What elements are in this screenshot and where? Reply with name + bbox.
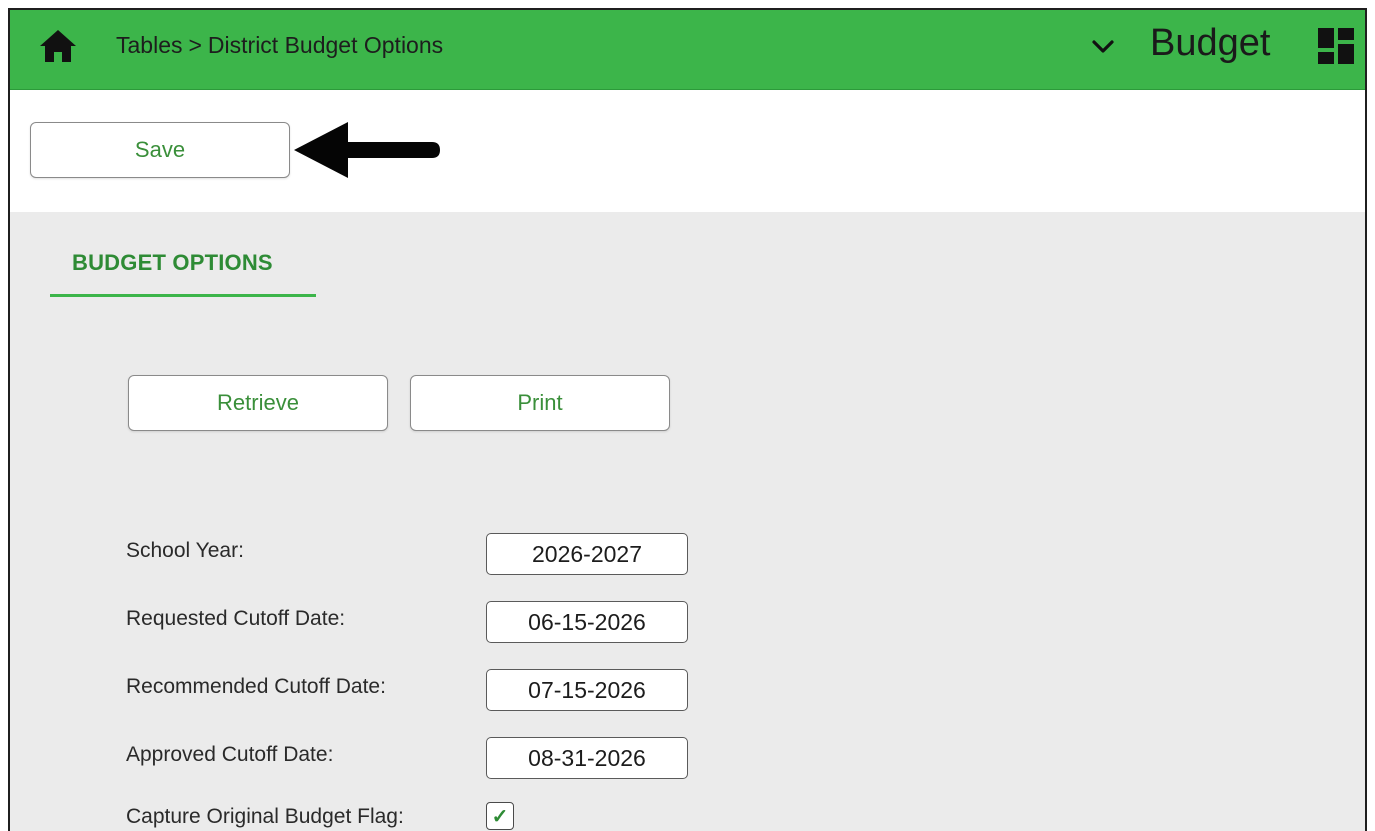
save-button[interactable]: Save xyxy=(30,122,290,178)
requested-cutoff-date-label: Requested Cutoff Date: xyxy=(126,607,346,630)
checkmark-icon: ✓ xyxy=(491,805,509,828)
school-year-label: School Year: xyxy=(126,539,244,562)
chevron-down-icon[interactable] xyxy=(1090,36,1116,58)
breadcrumb: Tables > District Budget Options xyxy=(116,32,443,59)
module-title: Budget xyxy=(1150,22,1271,64)
toolbar: Save xyxy=(10,90,1365,212)
breadcrumb-current: District Budget Options xyxy=(207,32,444,58)
approved-cutoff-date-input[interactable] xyxy=(486,737,688,779)
approved-cutoff-date-label: Approved Cutoff Date: xyxy=(126,743,334,766)
home-icon[interactable] xyxy=(38,28,78,64)
capture-original-budget-flag-checkbox[interactable]: ✓ xyxy=(486,802,514,830)
requested-cutoff-date-input[interactable] xyxy=(486,601,688,643)
breadcrumb-separator: > xyxy=(188,32,202,58)
tab-label: BUDGET OPTIONS xyxy=(72,250,273,275)
capture-original-budget-flag-label: Capture Original Budget Flag: xyxy=(126,805,404,828)
dashboard-grid-icon[interactable] xyxy=(1316,26,1356,66)
app-window: Tables > District Budget Options Budget … xyxy=(8,8,1367,831)
school-year-input[interactable] xyxy=(486,533,688,575)
content-area: BUDGET OPTIONS Retrieve Print School Yea… xyxy=(10,212,1365,831)
print-button[interactable]: Print xyxy=(410,375,670,431)
breadcrumb-parent[interactable]: Tables xyxy=(116,32,182,59)
tab-budget-options[interactable]: BUDGET OPTIONS xyxy=(50,250,316,297)
recommended-cutoff-date-label: Recommended Cutoff Date: xyxy=(126,675,386,698)
retrieve-button[interactable]: Retrieve xyxy=(128,375,388,431)
top-bar: Tables > District Budget Options Budget xyxy=(10,10,1365,90)
recommended-cutoff-date-input[interactable] xyxy=(486,669,688,711)
arrow-left-icon xyxy=(294,122,440,178)
